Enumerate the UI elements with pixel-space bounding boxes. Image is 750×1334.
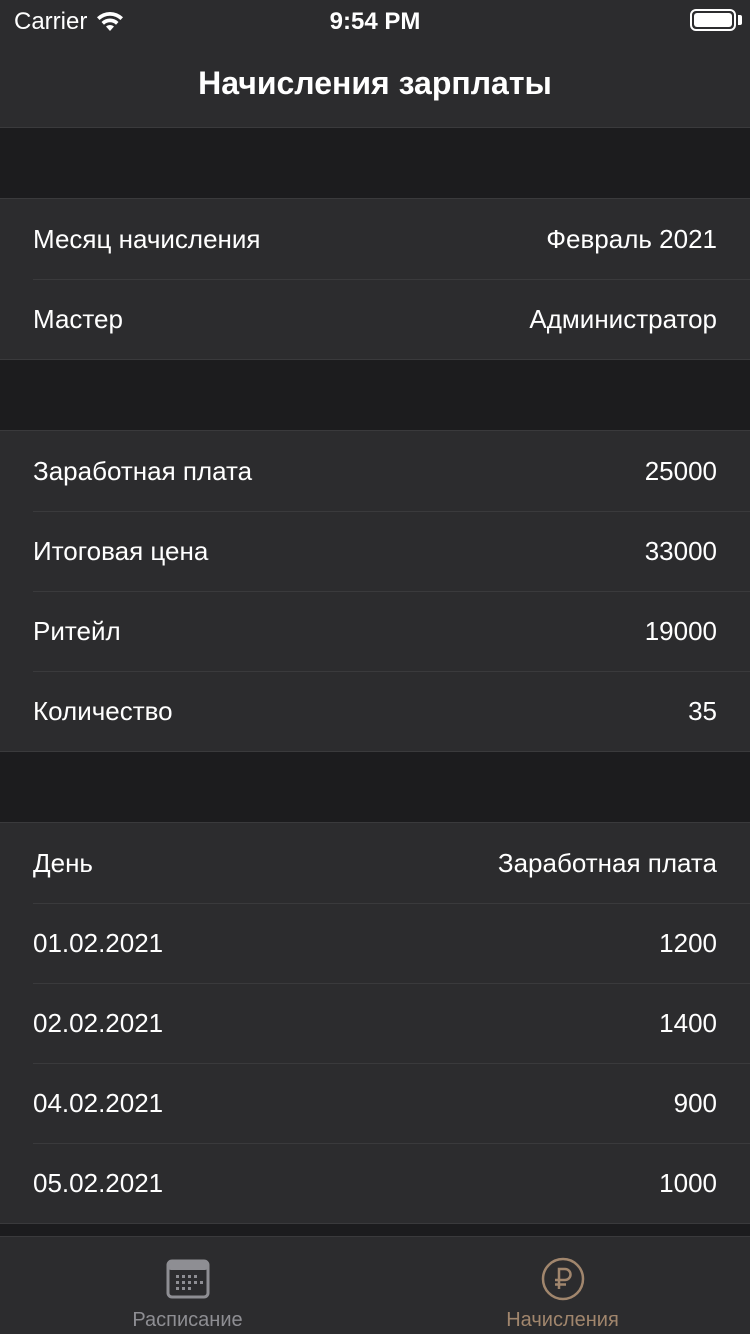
daily-row[interactable]: 04.02.2021 900 xyxy=(0,1063,750,1143)
daily-date: 04.02.2021 xyxy=(33,1087,164,1118)
month-label: Месяц начисления xyxy=(33,223,261,254)
section-spacer xyxy=(0,752,750,822)
tab-accruals[interactable]: Начисления xyxy=(375,1237,750,1334)
section-spacer xyxy=(0,128,750,198)
salary-value: 25000 xyxy=(644,455,717,486)
master-value: Администратор xyxy=(529,303,717,334)
total-price-label: Итоговая цена xyxy=(33,535,209,566)
quantity-label: Количество xyxy=(33,695,173,726)
table-view[interactable]: Месяц начисления Февраль 2021 Мастер Адм… xyxy=(0,128,750,1224)
master-label: Мастер xyxy=(33,303,123,334)
month-value: Февраль 2021 xyxy=(546,223,717,254)
retail-value: 19000 xyxy=(644,615,717,646)
day-column-header: День xyxy=(33,847,93,878)
daily-row[interactable]: 05.02.2021 1000 xyxy=(0,1143,750,1223)
page-title: Начисления зарплаты xyxy=(198,65,552,101)
tab-schedule[interactable]: Расписание xyxy=(0,1237,375,1334)
battery-icon xyxy=(690,9,736,31)
daily-salary: 1000 xyxy=(659,1167,717,1198)
daily-date: 02.02.2021 xyxy=(33,1007,164,1038)
status-time: 9:54 PM xyxy=(329,8,421,35)
battery-tip xyxy=(738,15,742,25)
tab-schedule-label: Расписание xyxy=(132,1309,243,1331)
retail-row: Ритейл 19000 xyxy=(0,591,750,671)
screen: Carrier 9:54 PM Начисления зарплаты Меся… xyxy=(0,0,750,1334)
master-row[interactable]: Мастер Администратор xyxy=(0,279,750,359)
daily-row[interactable]: 01.02.2021 1200 xyxy=(0,903,750,983)
info-section: Месяц начисления Февраль 2021 Мастер Адм… xyxy=(0,198,750,360)
navigation-bar: Начисления зарплаты xyxy=(0,40,750,128)
total-price-row: Итоговая цена 33000 xyxy=(0,511,750,591)
daily-section: День Заработная плата 01.02.2021 1200 02… xyxy=(0,822,750,1224)
total-price-value: 33000 xyxy=(644,535,717,566)
daily-header-row: День Заработная плата xyxy=(0,823,750,903)
retail-label: Ритейл xyxy=(33,615,121,646)
summary-section: Заработная плата 25000 Итоговая цена 330… xyxy=(0,430,750,752)
daily-date: 05.02.2021 xyxy=(33,1167,164,1198)
daily-salary: 900 xyxy=(673,1087,717,1118)
tab-bar: Расписание Начисления xyxy=(0,1236,750,1334)
tab-accruals-label: Начисления xyxy=(506,1309,619,1331)
salary-label: Заработная плата xyxy=(33,455,253,486)
salary-column-header: Заработная плата xyxy=(497,847,717,878)
month-row[interactable]: Месяц начисления Февраль 2021 xyxy=(0,199,750,279)
daily-salary: 1200 xyxy=(659,927,717,958)
daily-salary: 1400 xyxy=(659,1007,717,1038)
section-spacer xyxy=(0,360,750,430)
daily-row[interactable]: 02.02.2021 1400 xyxy=(0,983,750,1063)
quantity-row: Количество 35 xyxy=(0,671,750,751)
status-bar: Carrier 9:54 PM xyxy=(0,0,750,40)
ruble-icon xyxy=(541,1257,584,1301)
quantity-value: 35 xyxy=(688,695,717,726)
calendar-icon xyxy=(166,1259,209,1299)
salary-row: Заработная плата 25000 xyxy=(0,431,750,511)
daily-date: 01.02.2021 xyxy=(33,927,164,958)
